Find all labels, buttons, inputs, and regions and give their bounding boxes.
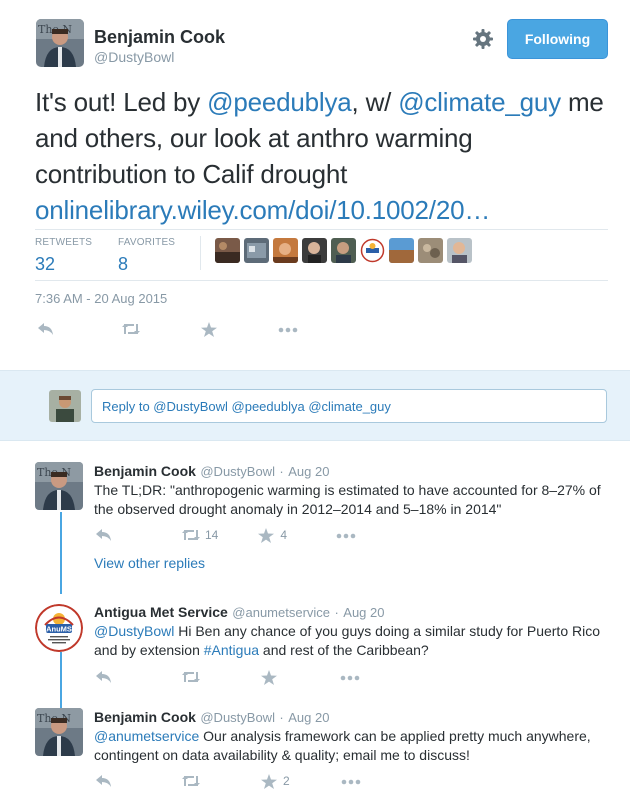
more-icon[interactable] bbox=[277, 322, 298, 336]
reply-author-handle[interactable]: @anumetservice bbox=[232, 605, 330, 620]
retweets-label: RETWEETS bbox=[35, 237, 93, 248]
favorite-count: 4 bbox=[280, 528, 288, 542]
reply-author-name[interactable]: Antigua Met Service bbox=[94, 604, 228, 620]
stats-divider bbox=[200, 236, 201, 270]
meta-separator: · bbox=[279, 710, 284, 725]
favoriter-avatar[interactable] bbox=[331, 238, 356, 263]
tweet-text-part: It's out! Led by bbox=[35, 87, 208, 117]
reply-header: Antigua Met Service @anumetservice · Aug… bbox=[94, 604, 384, 622]
reply-date[interactable]: Aug 20 bbox=[288, 464, 329, 479]
favorite-icon[interactable] bbox=[258, 528, 276, 543]
author-name[interactable]: Benjamin Cook bbox=[94, 27, 225, 48]
tweet-text: It's out! Led by @peedublya, w/ @climate… bbox=[35, 84, 610, 228]
retweet-icon[interactable] bbox=[121, 322, 141, 336]
logo-text: AnuMS bbox=[46, 625, 72, 634]
favoriter-avatar[interactable] bbox=[244, 238, 269, 263]
divider bbox=[35, 229, 608, 230]
reply-actions: 14 4 bbox=[95, 528, 356, 543]
favoriter-avatar[interactable] bbox=[418, 238, 443, 263]
thread-line bbox=[60, 574, 62, 594]
following-button[interactable]: Following bbox=[507, 19, 608, 59]
favoriters-list bbox=[215, 238, 472, 263]
retweet-icon[interactable] bbox=[181, 528, 201, 542]
reply-avatar[interactable]: The N bbox=[35, 462, 83, 510]
more-icon[interactable] bbox=[335, 528, 356, 542]
reply-icon[interactable] bbox=[95, 774, 113, 788]
mention-climate-guy[interactable]: @climate_guy bbox=[398, 87, 561, 117]
more-icon[interactable] bbox=[339, 670, 360, 684]
favorite-icon[interactable] bbox=[201, 322, 219, 337]
current-user-avatar bbox=[49, 390, 81, 422]
meta-separator: · bbox=[279, 464, 284, 479]
thread-line bbox=[60, 512, 62, 574]
reply-actions bbox=[95, 670, 360, 685]
article-link[interactable]: onlinelibrary.wiley.com/doi/10.1002/20… bbox=[35, 195, 490, 225]
reply-author-name[interactable]: Benjamin Cook bbox=[94, 709, 196, 725]
view-other-replies-link[interactable]: View other replies bbox=[94, 555, 205, 571]
retweets-stat[interactable]: RETWEETS 32 bbox=[35, 237, 92, 275]
reply-input[interactable]: Reply to @DustyBowl @peedublya @climate_… bbox=[91, 389, 607, 423]
reply-author-name[interactable]: Benjamin Cook bbox=[94, 463, 196, 479]
author-avatar[interactable]: The N bbox=[36, 19, 84, 67]
reply-text: The TL;DR: "anthropogenic warming is est… bbox=[94, 482, 601, 517]
favorites-label: FAVORITES bbox=[118, 237, 176, 248]
tweet-actions bbox=[37, 322, 298, 337]
favoriter-avatar[interactable] bbox=[302, 238, 327, 263]
favorite-icon[interactable] bbox=[261, 670, 279, 685]
favoriter-avatar[interactable] bbox=[273, 238, 298, 263]
retweet-icon[interactable] bbox=[181, 774, 201, 788]
mention-anumetservice[interactable]: @anumetservice bbox=[94, 728, 199, 744]
favoriter-avatar[interactable] bbox=[389, 238, 414, 263]
meta-separator: · bbox=[334, 605, 339, 620]
reply-icon[interactable] bbox=[95, 670, 113, 684]
reply-actions: 2 bbox=[95, 774, 360, 789]
tweet-timestamp[interactable]: 7:36 AM - 20 Aug 2015 bbox=[35, 291, 167, 306]
gear-icon[interactable] bbox=[472, 28, 494, 50]
author-handle[interactable]: @DustyBowl bbox=[94, 49, 174, 65]
retweet-count: 14 bbox=[205, 528, 219, 542]
favorite-count: 2 bbox=[283, 774, 290, 788]
reply-header: Benjamin Cook @DustyBowl · Aug 20 bbox=[94, 709, 329, 727]
reply-text-part: and rest of the Caribbean? bbox=[259, 642, 429, 658]
tweet-text-part: , w/ bbox=[351, 87, 399, 117]
reply-header: Benjamin Cook @DustyBowl · Aug 20 bbox=[94, 463, 329, 481]
retweets-count: 32 bbox=[35, 254, 56, 274]
mention-dustybowl[interactable]: @DustyBowl bbox=[94, 623, 174, 639]
retweet-icon[interactable] bbox=[181, 670, 201, 684]
favorite-icon[interactable] bbox=[261, 774, 279, 789]
reply-text: @anumetservice Our analysis framework ca… bbox=[94, 727, 609, 765]
reply-icon[interactable] bbox=[95, 528, 113, 542]
favoriter-avatar[interactable] bbox=[360, 238, 385, 263]
reply-author-handle[interactable]: @DustyBowl bbox=[200, 464, 275, 479]
divider bbox=[35, 280, 608, 281]
anumetservice-avatar[interactable]: AnuMS bbox=[35, 604, 83, 652]
favoriter-avatar[interactable] bbox=[215, 238, 240, 263]
reply-date[interactable]: Aug 20 bbox=[343, 605, 384, 620]
favorites-stat[interactable]: FAVORITES 8 bbox=[118, 237, 175, 275]
favorites-count: 8 bbox=[118, 254, 129, 274]
reply-avatar[interactable]: The N bbox=[35, 708, 83, 756]
reply-text: @DustyBowl Hi Ben any chance of you guys… bbox=[94, 622, 609, 660]
mention-peedublya[interactable]: @peedublya bbox=[207, 87, 352, 117]
more-icon[interactable] bbox=[340, 774, 360, 788]
thread-line bbox=[60, 652, 62, 708]
reply-icon[interactable] bbox=[37, 322, 55, 336]
reply-author-handle[interactable]: @DustyBowl bbox=[200, 710, 275, 725]
favoriter-avatar[interactable] bbox=[447, 238, 472, 263]
hashtag-antigua[interactable]: #Antigua bbox=[204, 642, 259, 658]
reply-date[interactable]: Aug 20 bbox=[288, 710, 329, 725]
